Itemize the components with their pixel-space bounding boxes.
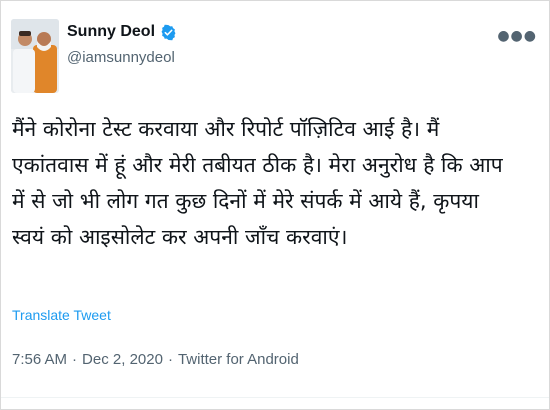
- tweet-text-line: मैंने कोरोना टेस्ट करवाया और रिपोर्ट पॉज…: [12, 117, 440, 141]
- author-handle[interactable]: @iamsunnydeol: [67, 49, 175, 66]
- more-options-icon[interactable]: ●●●: [497, 29, 537, 43]
- translate-tweet-link[interactable]: Translate Tweet: [12, 307, 111, 323]
- tweet-source[interactable]: Twitter for Android: [178, 351, 299, 368]
- avatar-photo: [11, 19, 59, 93]
- meta-separator: ·: [167, 351, 173, 368]
- divider: [1, 397, 549, 398]
- avatar[interactable]: [11, 19, 59, 93]
- tweet-metadata: 7:56 AM · Dec 2, 2020 · Twitter for Andr…: [12, 351, 299, 368]
- tweet-text: मैंने कोरोना टेस्ट करवाया और रिपोर्ट पॉज…: [12, 111, 532, 255]
- tweet-date[interactable]: Dec 2, 2020: [82, 351, 163, 368]
- author-display-name[interactable]: Sunny Deol: [67, 23, 155, 41]
- tweet-text-line: स्वयं को आइसोलेट कर अपनी जाँच करवाएं।: [12, 225, 348, 249]
- verified-badge-icon: [160, 24, 177, 41]
- tweet-time[interactable]: 7:56 AM: [12, 351, 67, 368]
- tweet-header: Sunny Deol @iamsunnydeol ●●●: [11, 19, 537, 95]
- author-name-row: Sunny Deol: [67, 23, 177, 41]
- tweet-text-line: एकांतवास में हूं और मेरी तबीयत ठीक है। म…: [12, 153, 503, 177]
- tweet-card: Sunny Deol @iamsunnydeol ●●● मैंने कोरोन…: [0, 0, 550, 410]
- meta-separator: ·: [72, 351, 78, 368]
- tweet-text-line: में से जो भी लोग गत कुछ दिनों में मेरे स…: [12, 189, 479, 213]
